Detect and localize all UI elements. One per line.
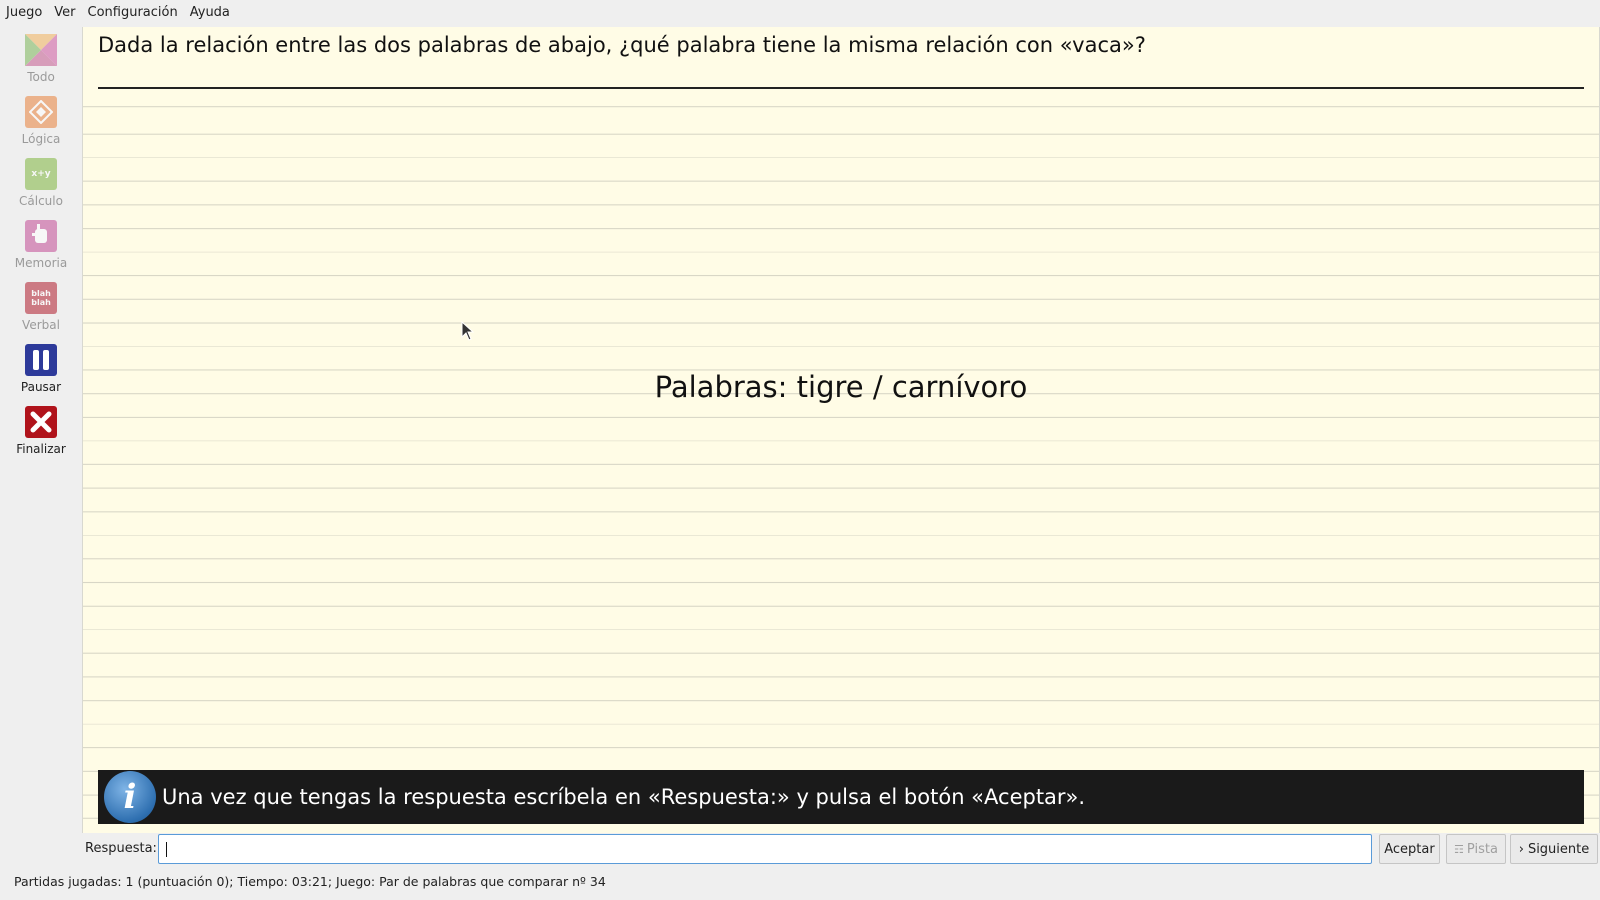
game-area: Dada la relación entre las dos palabras … <box>82 27 1600 833</box>
menu-configuracion[interactable]: Configuración <box>82 0 184 25</box>
tool-label: Memoria <box>14 256 68 270</box>
calculation-icon: x+y <box>25 158 57 190</box>
tool-label: Pausar <box>20 380 62 394</box>
tool-label: Finalizar <box>16 442 66 456</box>
hint-button[interactable]: ☶ Pista <box>1446 834 1506 864</box>
verbal-icon: blah blah <box>25 282 57 314</box>
menu-ayuda[interactable]: Ayuda <box>184 0 236 25</box>
chevron-right-icon: › <box>1518 841 1524 857</box>
tool-todo[interactable]: Todo <box>0 28 82 84</box>
tool-memoria[interactable]: Memoria <box>0 214 82 270</box>
tool-label: Todo <box>27 70 55 84</box>
info-icon: i <box>104 771 156 823</box>
close-icon <box>25 406 57 438</box>
tool-label: Verbal <box>22 318 60 332</box>
hint-label: Pista <box>1466 841 1498 857</box>
accept-button[interactable]: Aceptar <box>1379 834 1440 864</box>
tool-verbal[interactable]: blah blah Verbal <box>0 276 82 332</box>
question-text: Dada la relación entre las dos palabras … <box>98 33 1146 57</box>
menu-juego[interactable]: Juego <box>0 0 48 25</box>
answer-label: Respuesta: <box>85 841 157 856</box>
status-bar: Partidas jugadas: 1 (puntuación 0); Tiem… <box>14 874 606 889</box>
info-message: Una vez que tengas la respuesta escríbel… <box>162 785 1086 809</box>
logic-icon <box>25 96 57 128</box>
pause-button[interactable]: Pausar <box>0 338 82 394</box>
pause-icon <box>25 344 57 376</box>
tool-label: Lógica <box>21 132 61 146</box>
info-bar: i Una vez que tengas la respuesta escríb… <box>98 770 1584 824</box>
answer-row: Respuesta: Aceptar ☶ Pista › Siguiente <box>0 832 1600 868</box>
question-divider <box>98 87 1584 89</box>
menu-ver[interactable]: Ver <box>48 0 81 25</box>
mouse-pointer-icon <box>461 320 475 345</box>
text-caret <box>166 842 167 857</box>
all-games-icon <box>25 34 57 66</box>
tool-logica[interactable]: Lógica <box>0 90 82 146</box>
words-pair: Palabras: tigre / carnívoro <box>654 370 1028 404</box>
answer-input[interactable] <box>158 834 1372 864</box>
tool-calculo[interactable]: x+y Cálculo <box>0 152 82 208</box>
next-button[interactable]: › Siguiente <box>1510 834 1598 864</box>
tool-label: Cálculo <box>19 194 63 208</box>
next-label: Siguiente <box>1527 841 1590 857</box>
finish-button[interactable]: Finalizar <box>0 400 82 456</box>
hint-icon: ☶ <box>1454 842 1464 856</box>
memory-icon <box>25 220 57 252</box>
menu-bar: Juego Ver Configuración Ayuda <box>0 0 1600 25</box>
